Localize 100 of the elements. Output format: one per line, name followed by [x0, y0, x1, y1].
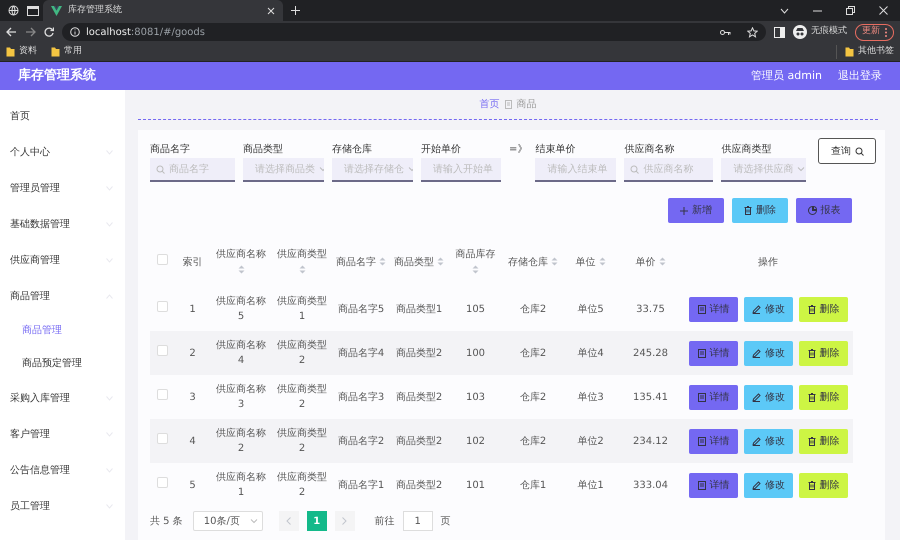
trash-icon [808, 480, 816, 490]
reload-icon[interactable] [44, 27, 54, 37]
sidebar-item[interactable]: 客户管理 [0, 416, 125, 452]
tab-title: 库存管理系统 [68, 4, 123, 17]
column-header: 索引 [182, 256, 202, 268]
table-cell: 单位2 [577, 436, 604, 446]
table-cell: 商品类型2 [396, 436, 442, 446]
sidebar-item[interactable]: 采购入库管理 [0, 380, 125, 416]
delete-button[interactable]: 删除 [799, 472, 848, 498]
pencil-icon [752, 436, 761, 446]
breadcrumb-item[interactable]: 首页 [480, 97, 500, 112]
table-cell: 商品类型1 [396, 304, 442, 314]
sidebar-item[interactable]: 供应商管理 [0, 242, 125, 278]
address-bar[interactable]: localhost:8081/#/goods [62, 23, 766, 41]
sidebar-subitem[interactable]: 商品预定管理 [0, 347, 125, 380]
page-size-select[interactable]: 10条/页 [192, 511, 263, 531]
caret-icon [797, 165, 806, 173]
page-input[interactable]: 1 [402, 511, 433, 531]
sidebar-item[interactable]: 首页 [0, 98, 125, 134]
document-icon [698, 392, 706, 402]
column-header[interactable]: 供应商名称 [216, 249, 266, 275]
chevron-down-icon[interactable] [780, 8, 789, 14]
table-cell: 105 [466, 304, 486, 314]
range-separator: =》 [509, 144, 528, 155]
query-button[interactable]: 查询 [818, 138, 876, 164]
bookmark[interactable]: 其他书签 [836, 45, 894, 59]
trash-icon [808, 348, 816, 358]
logout-link[interactable]: 退出登录 [838, 68, 882, 84]
restore-icon[interactable] [846, 6, 855, 15]
table-cell: 商品名字3 [338, 392, 384, 402]
table-cell: 3 [189, 392, 196, 402]
delete-button[interactable]: 删除 [732, 198, 788, 223]
caret-icon [250, 517, 258, 525]
row-checkbox[interactable] [157, 433, 168, 444]
sidebar-item[interactable]: 个人中心 [0, 134, 125, 170]
delete-button[interactable]: 删除 [799, 384, 848, 410]
edit-button[interactable]: 修改 [744, 428, 793, 454]
folder-icon [845, 47, 854, 57]
minimize-icon[interactable] [813, 10, 822, 12]
column-header[interactable]: 存储仓库 [508, 256, 558, 268]
table-cell: 33.75 [636, 304, 665, 314]
sort-icon [658, 257, 666, 266]
column-header[interactable]: 单位 [575, 256, 606, 268]
filter-label: 商品名字 [150, 142, 191, 157]
delete-button[interactable]: 删除 [799, 296, 848, 322]
sort-icon [472, 264, 479, 274]
key-icon[interactable] [720, 28, 731, 36]
row-checkbox[interactable] [157, 389, 168, 400]
sidebar-item[interactable]: 商品管理 [0, 278, 125, 314]
edit-button[interactable]: 修改 [744, 384, 793, 410]
search-icon [854, 146, 864, 156]
edit-button[interactable]: 修改 [744, 296, 793, 322]
column-header[interactable]: 单价 [635, 256, 666, 268]
globe-icon[interactable] [8, 5, 19, 16]
close-icon[interactable] [879, 6, 888, 15]
side-panel-icon[interactable] [774, 26, 785, 38]
sidebar-subitem[interactable]: 商品管理 [0, 314, 125, 347]
table-cell: 供应商类型1 [277, 296, 327, 322]
select-all-checkbox[interactable] [157, 254, 168, 265]
delete-button[interactable]: 删除 [799, 428, 848, 454]
bookmark[interactable]: 常用 [51, 45, 82, 59]
edit-button[interactable]: 修改 [744, 472, 793, 498]
row-checkbox[interactable] [157, 345, 168, 356]
chevron-left-icon [286, 517, 292, 525]
column-header[interactable]: 商品名字 [336, 256, 386, 268]
edit-button[interactable]: 修改 [744, 340, 793, 366]
delete-button[interactable]: 删除 [799, 340, 848, 366]
page-suffix: 页 [440, 514, 451, 528]
table-cell: 商品名字4 [338, 348, 384, 358]
table-cell: 2 [189, 348, 196, 358]
column-header[interactable]: 商品类型 [394, 256, 444, 268]
window-icon[interactable] [27, 6, 39, 16]
back-icon[interactable] [6, 27, 17, 37]
row-checkbox[interactable] [157, 301, 168, 312]
chevron-right-icon [342, 517, 348, 525]
plus-icon [680, 206, 688, 214]
forward-icon[interactable] [25, 27, 36, 37]
table-cell: 商品名字2 [338, 436, 384, 446]
table-cell: 供应商名称3 [216, 384, 266, 410]
table-cell: 供应商类型2 [277, 472, 327, 498]
search-icon [630, 164, 640, 174]
table-cell: 供应商类型2 [277, 384, 327, 410]
column-header[interactable]: 供应商类型 [277, 249, 327, 275]
sidebar-item[interactable]: 员工管理 [0, 488, 125, 524]
sidebar-item[interactable]: 基础数据管理 [0, 206, 125, 242]
table-cell: 供应商名称4 [216, 340, 266, 366]
browser-tab[interactable]: 库存管理系统 [43, 0, 283, 21]
table-cell: 单位4 [577, 348, 604, 358]
trash-icon [808, 304, 816, 314]
sort-icon [437, 257, 444, 266]
row-checkbox[interactable] [157, 477, 168, 488]
column-header[interactable]: 商品库存 [456, 249, 496, 275]
table-cell: 102 [466, 436, 486, 446]
sidebar-item[interactable]: 公告信息管理 [0, 452, 125, 488]
new-tab-icon[interactable] [291, 6, 300, 15]
bookmark[interactable]: 资料 [6, 45, 37, 59]
close-icon[interactable] [267, 6, 275, 14]
sidebar-item[interactable]: 管理员管理 [0, 170, 125, 206]
update-button[interactable]: 更新 [855, 24, 894, 40]
star-icon[interactable] [747, 26, 758, 38]
